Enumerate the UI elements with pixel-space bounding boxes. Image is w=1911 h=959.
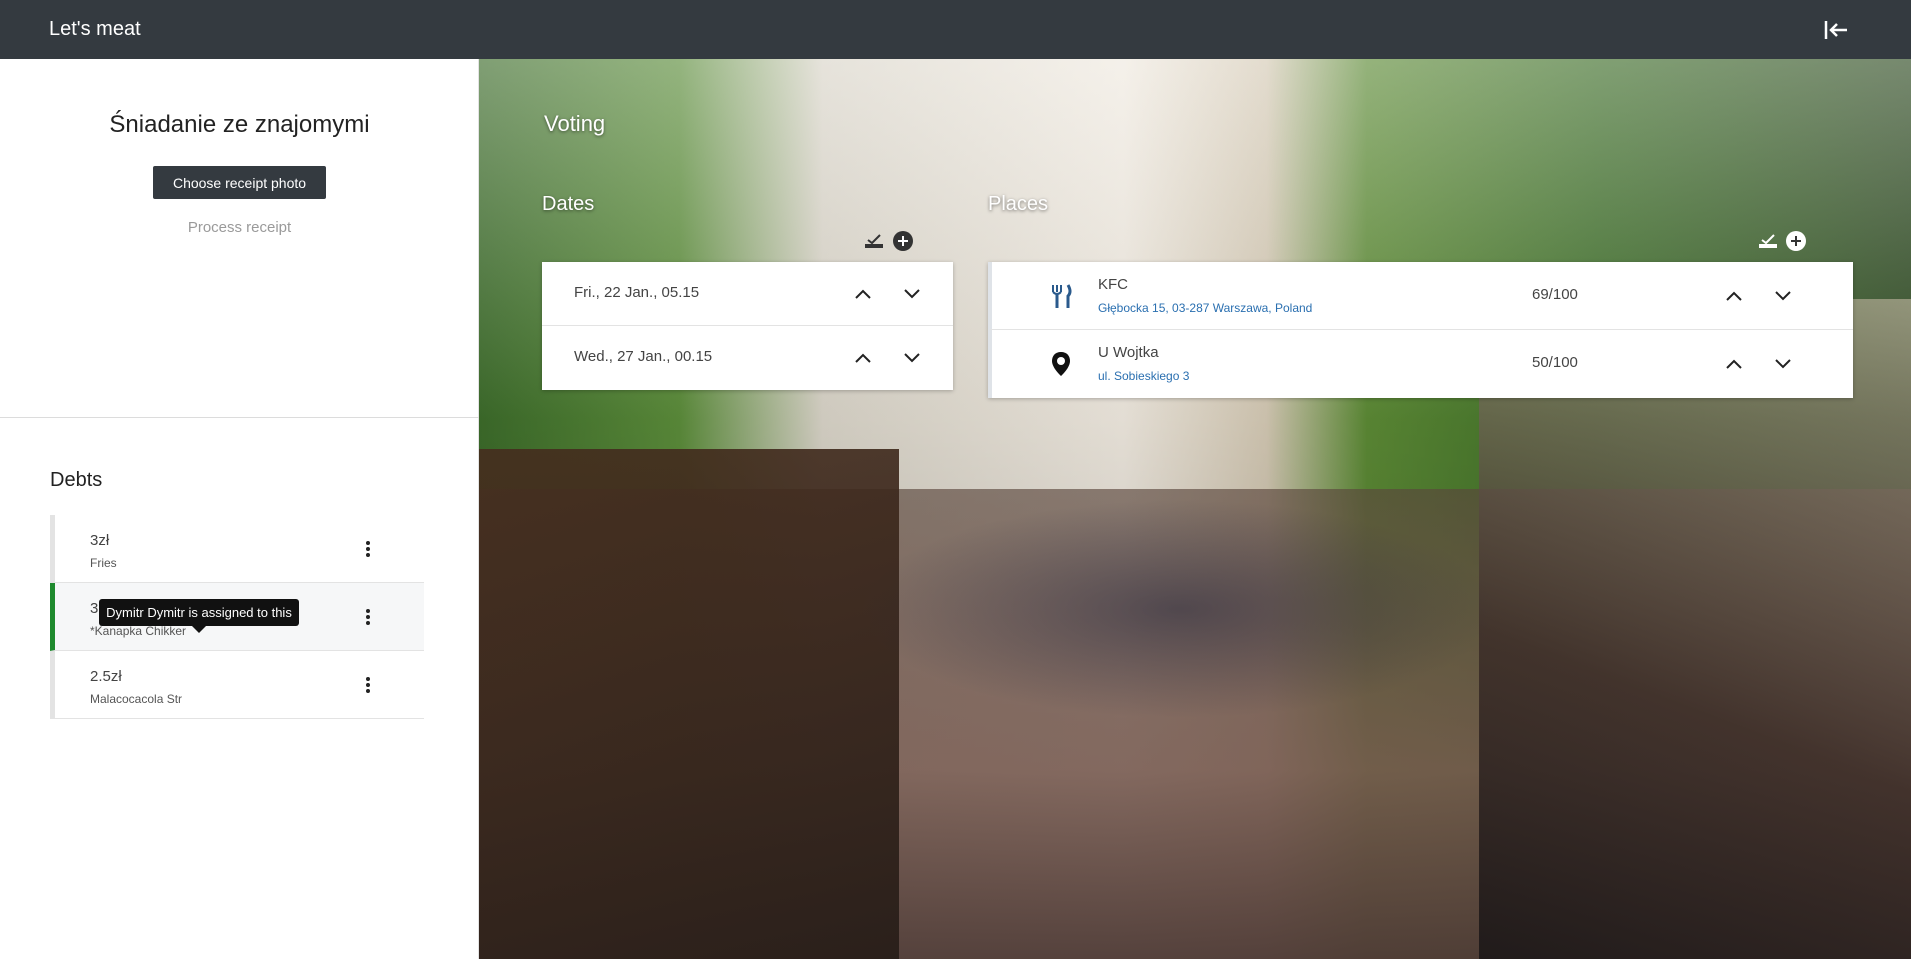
voting-panel: Voting Dates Places Fri., 22 Jan., 05.15… bbox=[479, 59, 1911, 959]
place-name: KFC bbox=[1098, 276, 1128, 293]
sidebar-divider bbox=[0, 417, 479, 418]
sidebar: Śniadanie ze znajomymi Choose receipt ph… bbox=[0, 59, 479, 959]
add-place-icon[interactable] bbox=[1785, 230, 1807, 252]
downvote-icon[interactable] bbox=[1771, 284, 1795, 308]
debt-item[interactable]: 3zł Fries bbox=[50, 515, 424, 583]
background-photo-crowd bbox=[859, 499, 1499, 719]
debts-title: Debts bbox=[50, 469, 103, 491]
upvote-icon[interactable] bbox=[851, 346, 875, 370]
upvote-icon[interactable] bbox=[1722, 284, 1746, 308]
debt-item[interactable]: 2.5zł Malacocacola Str bbox=[50, 651, 424, 719]
downvote-icon[interactable] bbox=[900, 346, 924, 370]
place-address-link[interactable]: Głębocka 15, 03-287 Warszawa, Poland bbox=[1098, 301, 1312, 315]
confirm-dates-icon[interactable] bbox=[863, 230, 885, 252]
top-navbar: Let's meat bbox=[0, 0, 1911, 59]
date-option: Wed., 27 Jan., 00.15 bbox=[542, 326, 953, 390]
date-option: Fri., 22 Jan., 05.15 bbox=[542, 262, 953, 326]
add-date-icon[interactable] bbox=[892, 230, 914, 252]
upvote-icon[interactable] bbox=[1722, 352, 1746, 376]
dates-card: Fri., 22 Jan., 05.15 Wed., 27 Jan., 00.1… bbox=[542, 262, 953, 390]
voting-title: Voting bbox=[544, 111, 606, 136]
background-photo-right bbox=[1479, 299, 1911, 959]
dates-title: Dates bbox=[542, 193, 595, 215]
downvote-icon[interactable] bbox=[1771, 352, 1795, 376]
places-card: KFC Głębocka 15, 03-287 Warszawa, Poland… bbox=[988, 262, 1853, 398]
places-title: Places bbox=[988, 193, 1049, 215]
upvote-icon[interactable] bbox=[851, 282, 875, 306]
debt-amount: 2.5zł bbox=[90, 668, 122, 685]
background-photo-bar bbox=[479, 449, 899, 959]
more-options-icon[interactable] bbox=[358, 605, 378, 629]
more-options-icon[interactable] bbox=[358, 537, 378, 561]
place-score: 69/100 bbox=[1532, 286, 1578, 303]
date-label: Fri., 22 Jan., 05.15 bbox=[574, 284, 700, 301]
fork-knife-icon bbox=[1048, 282, 1074, 310]
place-address-link[interactable]: ul. Sobieskiego 3 bbox=[1098, 369, 1189, 383]
more-options-icon[interactable] bbox=[358, 673, 378, 697]
date-label: Wed., 27 Jan., 00.15 bbox=[574, 348, 713, 365]
debt-name: Malacocacola Str bbox=[90, 692, 183, 706]
assignment-tooltip: Dymitr Dymitr is assigned to this bbox=[99, 599, 299, 633]
choose-receipt-photo-button[interactable]: Choose receipt photo bbox=[153, 166, 326, 199]
app-brand[interactable]: Let's meat bbox=[49, 18, 141, 41]
downvote-icon[interactable] bbox=[900, 282, 924, 306]
debt-amount: 3zł bbox=[90, 532, 110, 549]
place-score: 50/100 bbox=[1532, 354, 1578, 371]
map-pin-icon bbox=[1048, 350, 1074, 378]
debt-name: *Kanapka Chikker bbox=[90, 624, 187, 638]
place-option: KFC Głębocka 15, 03-287 Warszawa, Poland… bbox=[988, 262, 1853, 330]
process-receipt-button[interactable]: Process receipt bbox=[0, 219, 479, 236]
debt-name: Fries bbox=[90, 556, 117, 570]
place-name: U Wojtka bbox=[1098, 344, 1159, 361]
confirm-places-icon[interactable] bbox=[1757, 230, 1779, 252]
place-option: U Wojtka ul. Sobieskiego 3 50/100 bbox=[988, 330, 1853, 398]
collapse-sidebar-icon[interactable] bbox=[1818, 14, 1854, 46]
event-title: Śniadanie ze znajomymi bbox=[109, 111, 370, 138]
